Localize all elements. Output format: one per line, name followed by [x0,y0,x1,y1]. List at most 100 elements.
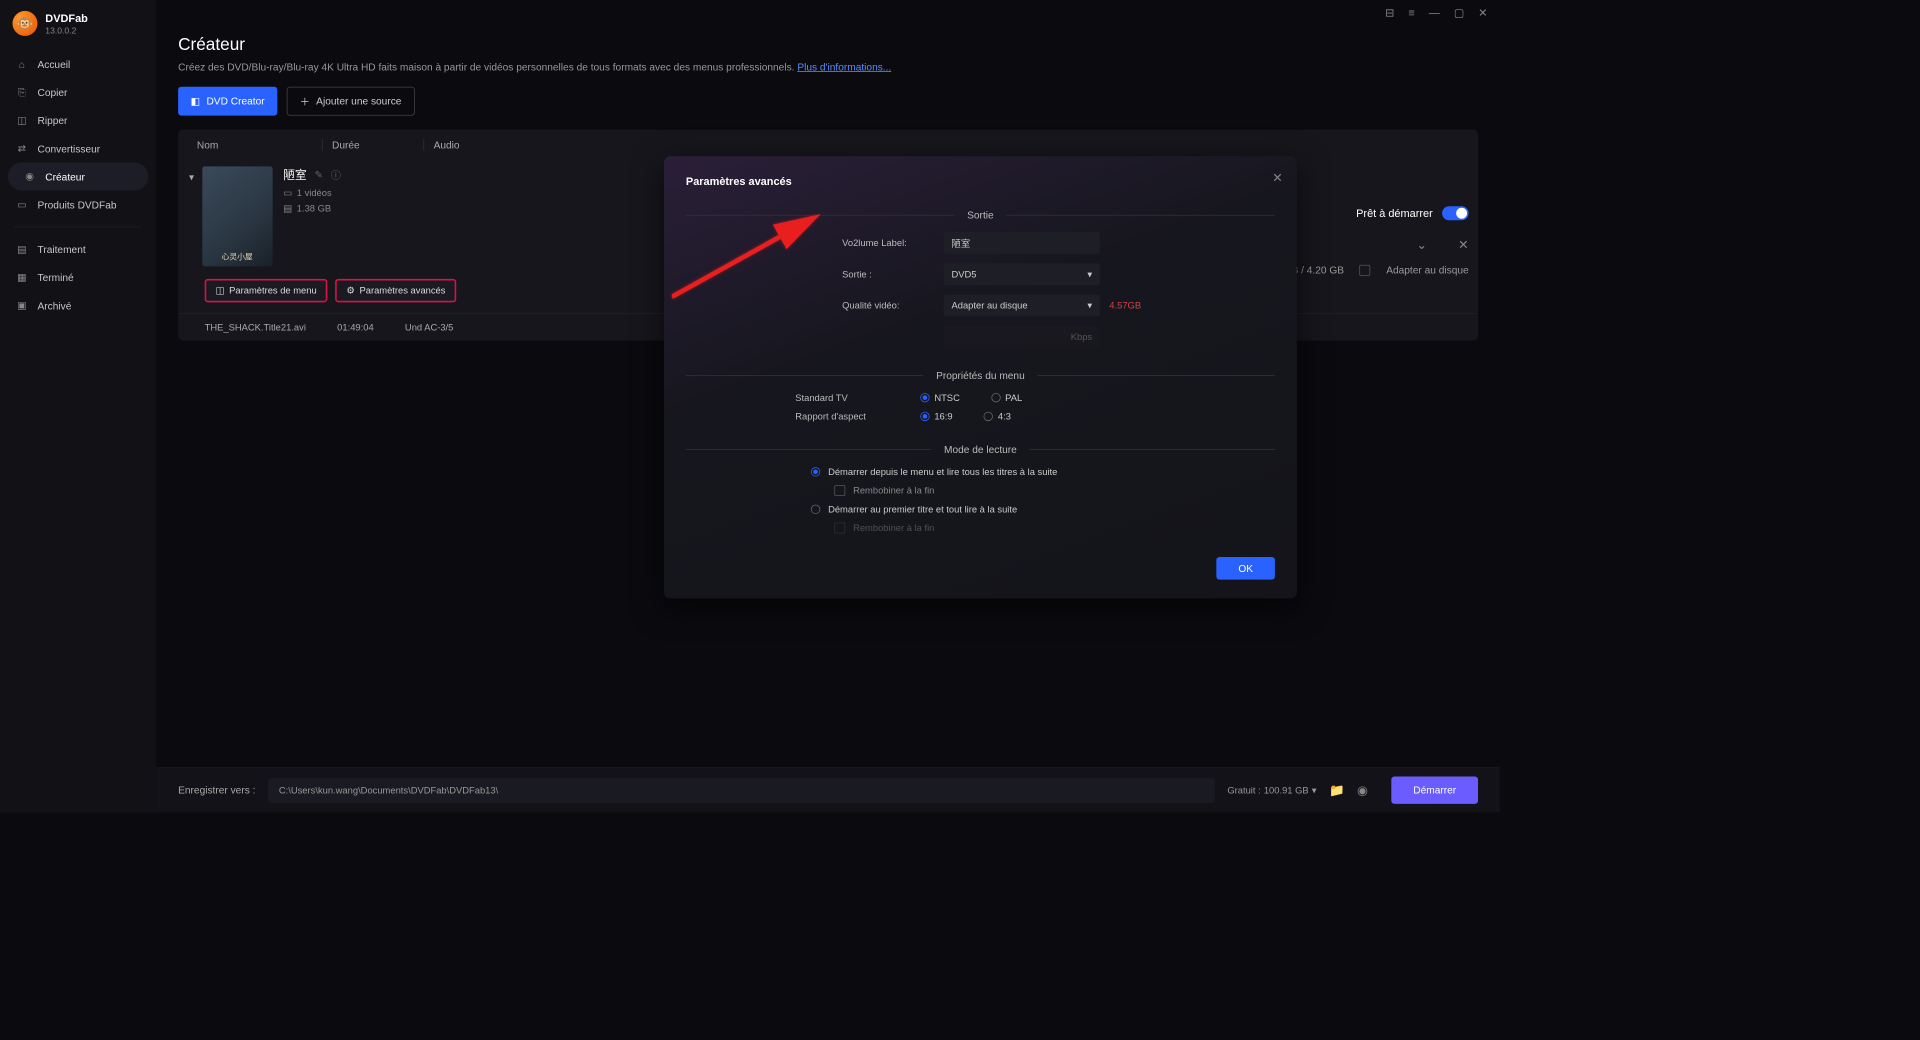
save-to-label: Enregistrer vers : [178,784,255,796]
col-duration: Durée [322,139,424,151]
info-icon[interactable]: ⓘ [331,167,341,182]
footer: Enregistrer vers : C:\Users\kun.wang\Doc… [156,767,1500,812]
maximize-icon[interactable]: ▢ [1454,6,1464,19]
copy-icon: ⎘ [16,86,28,98]
fit-disc-label: Adapter au disque [1386,264,1468,276]
pal-radio[interactable] [991,393,1000,402]
more-info-link[interactable]: Plus d'informations... [797,61,891,73]
sidebar-item-home[interactable]: ⌂ Accueil [0,50,156,78]
button-label: Paramètres avancés [359,285,445,296]
bitrate-display: Kbps [944,326,1100,348]
button-label: Ajouter une source [316,95,401,107]
ready-label: Prêt à démarrer [1356,207,1433,219]
save-path-input[interactable]: C:\Users\kun.wang\Documents\DVDFab\DVDFa… [268,778,1215,803]
volume-label-input[interactable] [944,232,1100,254]
iso-icon[interactable]: ◉ [1357,782,1368,798]
minimize-icon[interactable]: — [1429,6,1440,18]
aspect-43-radio[interactable] [984,412,993,421]
archived-icon: ▣ [16,299,28,311]
file-duration: 01:49:04 [337,322,373,333]
button-label: Paramètres de menu [229,285,317,296]
rewind-2-checkbox[interactable] [834,523,845,534]
remove-item-icon[interactable]: ✕ [1458,237,1468,253]
video-icon: ▭ [283,187,292,198]
modal-close-icon[interactable]: ✕ [1272,170,1282,186]
start-button[interactable]: Démarrer [1391,777,1478,804]
file-size: 1.38 GB [297,203,331,214]
chevron-down-icon: ▾ [1087,269,1092,280]
free-space-label: Gratuit : [1227,785,1260,796]
sidebar-item-label: Copier [37,86,67,98]
add-source-button[interactable]: ＋ Ajouter une source [286,87,414,116]
tv-standard-label: Standard TV [795,392,920,403]
video-count: 1 vidéos [297,187,332,198]
aspect-169-radio[interactable] [920,412,929,421]
page-description: Créez des DVD/Blu-ray/Blu-ray 4K Ultra H… [178,61,1478,73]
output-select[interactable]: DVD5▾ [944,263,1100,285]
sidebar-item-archived[interactable]: ▣ Archivé [0,291,156,319]
sidebar-item-label: Produits DVDFab [37,199,116,211]
modal-title: Paramètres avancés [686,175,1275,187]
divider [14,227,142,228]
play-mode-2-radio[interactable] [811,505,820,514]
section-menu-label: Propriétés du menu [924,370,1038,382]
sidebar-item-creator[interactable]: ◉Créateur [8,162,149,190]
quality-select[interactable]: Adapter au disque▾ [944,295,1100,317]
sidebar-item-processing[interactable]: ▤Traitement [0,235,156,263]
titlebar: ⊟ ≡ — ▢ ✕ [156,0,1500,25]
app-version: 13.0.0.2 [45,26,76,35]
menu-icon: ◫ [216,285,225,296]
menu-icon[interactable]: ≡ [1408,6,1414,18]
products-icon: ▭ [16,198,28,210]
app-logo: 🐵 DVDFab 13.0.0.2 [0,11,156,50]
sidebar-item-copy[interactable]: ⎘ Copier [0,78,156,106]
fit-disc-checkbox[interactable] [1360,264,1371,275]
rewind-1-checkbox[interactable] [834,485,845,496]
home-icon: ⌂ [16,58,28,70]
finished-icon: ▦ [16,271,28,283]
gear-icon: ⚙ [346,285,354,296]
dvd-creator-button[interactable]: ◧ DVD Creator [178,87,277,116]
aspect-label: Rapport d'aspect [795,411,920,422]
file-name: THE_SHACK.Title21.avi [205,322,306,333]
sidebar-item-ripper[interactable]: ◫ Ripper [0,106,156,134]
ripper-icon: ◫ [16,114,28,126]
col-audio: Audio [423,139,501,151]
advanced-settings-button[interactable]: ⚙ Paramètres avancés [335,279,456,302]
ok-button[interactable]: OK [1216,557,1274,580]
sidebar-item-finished[interactable]: ▦ Terminé [0,263,156,291]
creator-mode-icon: ◧ [191,95,201,107]
page-title: Créateur [178,34,1478,54]
close-icon[interactable]: ✕ [1478,6,1487,19]
queue-icon[interactable]: ⊟ [1385,6,1394,19]
sidebar-item-converter[interactable]: ⇄Convertisseur [0,134,156,162]
chevron-down-icon[interactable]: ▾ [1312,785,1317,796]
menu-settings-button[interactable]: ◫ Paramètres de menu [205,279,328,302]
folder-icon[interactable]: 📁 [1329,782,1345,798]
sidebar-item-label: Traitement [37,243,85,255]
play-mode-1-radio[interactable] [811,467,820,476]
file-audio: Und AC-3/5 [405,322,453,333]
free-space-value: 100.91 GB [1264,785,1309,796]
sidebar: 🐵 DVDFab 13.0.0.2 ⌂ Accueil ⎘ Copier ◫ Ripp… [0,0,156,812]
expand-toggle[interactable]: ▾ [189,171,194,183]
button-label: DVD Creator [206,95,264,107]
movie-poster[interactable] [202,166,272,266]
sidebar-item-label: Archivé [37,300,71,312]
col-name: Nom [197,139,322,151]
chevron-down-icon: ▾ [1087,300,1092,311]
edit-icon[interactable]: ✎ [314,168,323,180]
sidebar-item-label: Ripper [37,114,67,126]
ready-toggle[interactable] [1442,206,1469,220]
output-label: Sortie : [842,269,944,280]
quality-size: 4.57GB [1109,300,1141,311]
ntsc-radio[interactable] [920,393,929,402]
plus-icon: ＋ [300,94,310,109]
sidebar-item-products[interactable]: ▭ Produits DVDFab [0,191,156,219]
section-play-label: Mode de lecture [931,444,1029,456]
movie-title: 陋室 [283,166,306,182]
sidebar-item-label: Accueil [37,58,70,70]
chevron-down-icon[interactable]: ⌄ [1416,237,1426,253]
sidebar-item-label: Terminé [37,271,73,283]
section-output-label: Sortie [955,209,1007,221]
